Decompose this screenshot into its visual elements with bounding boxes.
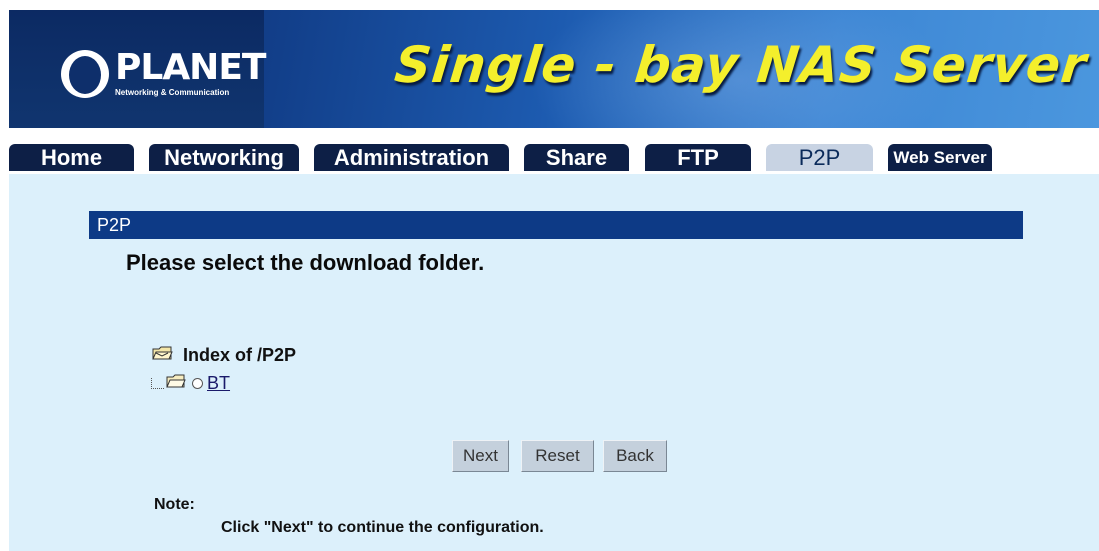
folder-root-label: Index of /P2P bbox=[183, 345, 297, 365]
tab-web-server[interactable]: Web Server bbox=[888, 144, 992, 171]
tab-administration[interactable]: Administration bbox=[314, 144, 509, 171]
folder-radio-bt[interactable] bbox=[192, 378, 203, 389]
folder-link-bt[interactable]: BT bbox=[207, 373, 230, 394]
open-folder-icon bbox=[151, 344, 173, 367]
reset-button[interactable]: Reset bbox=[521, 440, 594, 472]
note-label: Note: bbox=[154, 496, 195, 513]
planet-logo-icon bbox=[61, 50, 109, 98]
tab-share[interactable]: Share bbox=[524, 144, 629, 171]
header-banner: PLANET Networking & Communication Single… bbox=[9, 10, 1099, 128]
tab-p2p[interactable]: P2P bbox=[766, 144, 873, 171]
folder-tree-root: Index of /P2P bbox=[151, 344, 296, 367]
next-button[interactable]: Next bbox=[452, 440, 509, 472]
logo-subtitle: Networking & Communication bbox=[115, 88, 230, 97]
tree-connector bbox=[151, 378, 164, 389]
tab-ftp[interactable]: FTP bbox=[645, 144, 751, 171]
logo-text: PLANET Networking & Communication bbox=[115, 47, 266, 98]
page: PLANET Networking & Communication Single… bbox=[9, 10, 1099, 551]
folder-icon bbox=[166, 373, 186, 394]
tab-home[interactable]: Home bbox=[9, 144, 134, 171]
planet-logo: PLANET Networking & Communication bbox=[61, 47, 266, 98]
banner-title: Single - bay NAS Server bbox=[391, 36, 1090, 94]
main-content: P2P Please select the download folder. I… bbox=[9, 174, 1099, 551]
note-text: Click "Next" to continue the configurati… bbox=[221, 519, 544, 536]
main-nav: Home Networking Administration Share FTP… bbox=[9, 128, 1099, 174]
folder-tree-item: BT bbox=[151, 373, 230, 394]
page-heading: Please select the download folder. bbox=[126, 250, 485, 275]
logo-name: PLANET bbox=[115, 47, 266, 88]
tab-networking[interactable]: Networking bbox=[149, 144, 299, 171]
section-title-bar: P2P bbox=[89, 211, 1023, 239]
back-button[interactable]: Back bbox=[603, 440, 667, 472]
